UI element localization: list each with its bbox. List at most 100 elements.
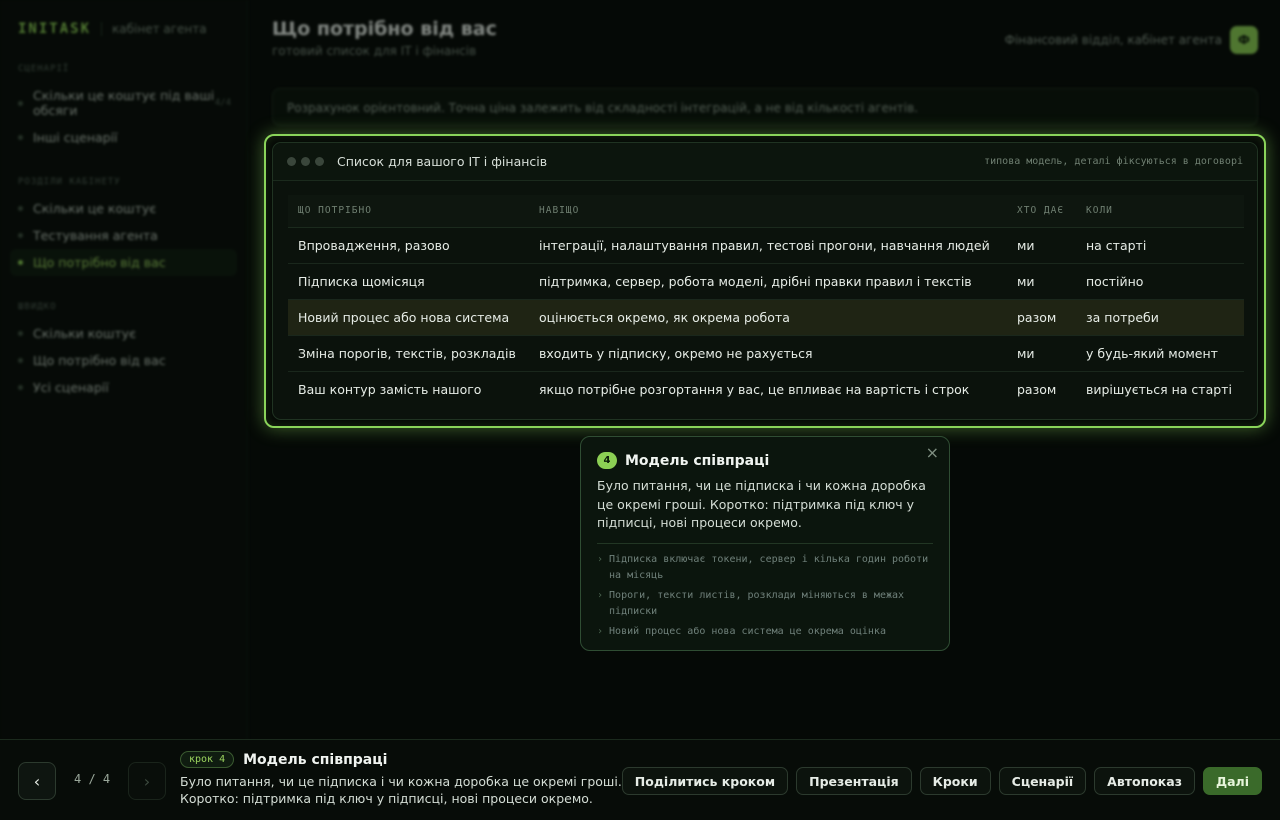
table-row: Впровадження, разово інтеграції, налашту…	[288, 227, 1244, 264]
brand-logo[interactable]: INITASK	[18, 21, 91, 37]
cell-who: ми	[1007, 227, 1076, 264]
column-header-when: КОЛИ	[1076, 195, 1244, 228]
sidebar-item-cost[interactable]: Скільки це коштує	[18, 195, 237, 222]
table-header-row: ЩО ПОТРІБНО НАВІЩО ХТО ДАЄ КОЛИ	[288, 195, 1244, 228]
popover-header: 4 Модель співпраці	[597, 452, 933, 469]
cell-who: ми	[1007, 335, 1076, 372]
step-description: Було питання, чи це підписка і чи кожна …	[180, 774, 622, 806]
page-header: Що потрібно від вас готовий список для I…	[272, 18, 1258, 62]
sidebar-item-requirements[interactable]: Що потрібно від вас	[10, 249, 237, 276]
cell-who: разом	[1017, 381, 1057, 397]
sidebar-item-label: Усі сценарії	[33, 380, 109, 395]
table-row: Ваш контур замість нашого якщо потрібне …	[288, 371, 1244, 407]
chevron-right-icon: ›	[597, 589, 604, 601]
sidebar-item-scenario-volumes[interactable]: Скільки це коштує під ваші обсяги 4/4	[18, 82, 237, 124]
cell-what: Новий процес або нова система	[288, 299, 529, 336]
next-step-button[interactable]: ›	[128, 762, 166, 800]
tour-popover: × 4 Модель співпраці Було питання, чи це…	[580, 436, 950, 651]
table-row: Зміна порогів, текстів, розкладів входит…	[288, 335, 1244, 372]
steps-button[interactable]: Кроки	[919, 767, 991, 795]
bullet-icon	[18, 135, 23, 140]
step-title: Модель співпраці	[243, 751, 388, 768]
cell-when: за потреби	[1076, 299, 1244, 336]
cell-why: підтримка, сервер, робота моделі, дрібні…	[529, 263, 1007, 300]
step-heading: крок 4 Модель співпраці	[180, 751, 630, 768]
window-dot-icon	[301, 157, 310, 166]
sidebar-item-label: Скільки коштує	[33, 326, 136, 341]
sidebar-section-title: РОЗДІЛИ КАБІНЕТУ	[18, 177, 121, 187]
bullet-icon	[18, 233, 23, 238]
step-badge: крок 4	[180, 751, 235, 768]
sidebar-item-quick-requirements[interactable]: Що потрібно від вас	[18, 347, 237, 374]
bullet-icon	[18, 331, 23, 336]
sidebar: INITASK кабінет агента СЦЕНАРІЇ Скільки …	[0, 0, 248, 740]
step-number-badge: 4	[597, 452, 617, 469]
list-item: › Пороги, тексти листів, розклади міняют…	[597, 588, 933, 620]
sidebar-section-title: ШВИДКО	[18, 302, 57, 312]
sidebar-item-count: 4/4	[214, 97, 231, 108]
cell-why: оцінюється окремо, як окрема робота	[529, 299, 1007, 336]
bullet-icon	[18, 100, 23, 106]
popover-divider	[597, 542, 933, 544]
sidebar-item-label: Скільки це коштує	[33, 201, 157, 216]
cell-what: Підписка щомісяця	[288, 263, 529, 300]
bullet-icon	[18, 260, 23, 265]
column-header-why: НАВІЩО	[529, 195, 1007, 228]
cell-who: разом	[1007, 299, 1076, 336]
tour-actions: Поділитись кроком Презентація Кроки Сцен…	[621, 767, 1262, 795]
app-root: INITASK кабінет агента СЦЕНАРІЇ Скільки …	[0, 0, 1280, 820]
presentation-button[interactable]: Презентація	[796, 767, 912, 795]
list-item: › Новий процес або нова система це окрем…	[597, 624, 933, 640]
cell-what: Зміна порогів, текстів, розкладів	[288, 335, 529, 372]
step-info: крок 4 Модель співпраці Було питання, чи…	[180, 751, 630, 807]
step-counter: 4 / 4	[74, 772, 111, 786]
close-icon[interactable]: ×	[926, 443, 939, 462]
next-button[interactable]: Далі	[1202, 767, 1262, 795]
chevron-right-icon: ›	[597, 625, 604, 637]
sidebar-item-other-scenarios[interactable]: Інші сценарії	[18, 124, 237, 151]
scenarios-button[interactable]: Сценарії	[998, 767, 1087, 795]
pricing-notice: Розрахунок орієнтовний. Точна ціна залеж…	[272, 88, 1258, 126]
table-row-highlighted: Новий процес або нова система оцінюється…	[288, 299, 1244, 336]
cell-when: на старті	[1076, 227, 1244, 264]
brand-subtitle: кабінет агента	[112, 22, 207, 36]
sidebar-item-label: Тестування агента	[33, 228, 158, 243]
tour-bottom-bar: ‹ 4 / 4 › крок 4 Модель співпраці Було п…	[0, 739, 1280, 820]
popover-body: Було питання, чи це підписка і чи кожна …	[597, 478, 926, 530]
column-header-who: ХТО ДАЄ	[1007, 195, 1076, 228]
popover-bullets: › Підписка включає токени, сервер і кіль…	[597, 552, 933, 640]
cell-what: Ваш контур замість нашого	[298, 381, 482, 397]
sidebar-item-label: Що потрібно від вас	[33, 255, 166, 270]
window-dot-icon	[315, 157, 324, 166]
sidebar-item-all-scenarios[interactable]: Усі сценарії	[18, 374, 237, 401]
bullet-icon	[18, 385, 23, 390]
cell-why: якщо потрібне розгортання у вас, це впли…	[539, 381, 970, 397]
sidebar-item-quick-cost[interactable]: Скільки коштує	[18, 320, 237, 347]
share-step-button[interactable]: Поділитись кроком	[621, 767, 789, 795]
window-dot-icon	[287, 157, 296, 166]
department-label: Фінансовий відділ, кабінет агента	[1004, 33, 1222, 47]
department-switcher: Фінансовий відділ, кабінет агента Ф	[1005, 26, 1258, 54]
department-button[interactable]: Ф	[1230, 26, 1258, 54]
cell-when: вирішується на старті	[1086, 381, 1232, 397]
autoplay-button[interactable]: Автопоказ	[1094, 767, 1195, 795]
list-item: › Підписка включає токени, сервер і кіль…	[597, 552, 933, 584]
bullet-icon	[18, 358, 23, 363]
card-header: Список для вашого IT і фінансів типова м…	[273, 143, 1257, 181]
bullet-text: Підписка включає токени, сервер і кілька…	[609, 553, 929, 581]
chevron-right-icon: ›	[597, 553, 604, 565]
sidebar-section-title: СЦЕНАРІЇ	[18, 64, 70, 74]
bullet-icon	[18, 206, 23, 211]
requirements-table: ЩО ПОТРІБНО НАВІЩО ХТО ДАЄ КОЛИ Впровадж…	[288, 195, 1244, 407]
sidebar-item-label: Скільки це коштує під ваші обсяги	[33, 88, 215, 118]
cell-when: у будь-який момент	[1076, 335, 1244, 372]
sidebar-item-agent-testing[interactable]: Тестування агента	[18, 222, 237, 249]
table-row: Підписка щомісяця підтримка, сервер, роб…	[288, 263, 1244, 300]
cell-when: постійно	[1076, 263, 1244, 300]
cell-what: Впровадження, разово	[288, 227, 529, 264]
cell-why: інтеграції, налаштування правил, тестові…	[529, 227, 1007, 264]
previous-step-button[interactable]: ‹	[18, 762, 56, 800]
sidebar-item-label: Що потрібно від вас	[33, 353, 166, 368]
bullet-text: Новий процес або нова система це окрема …	[609, 625, 886, 637]
cell-why: входить у підписку, окремо не рахується	[529, 335, 1007, 372]
